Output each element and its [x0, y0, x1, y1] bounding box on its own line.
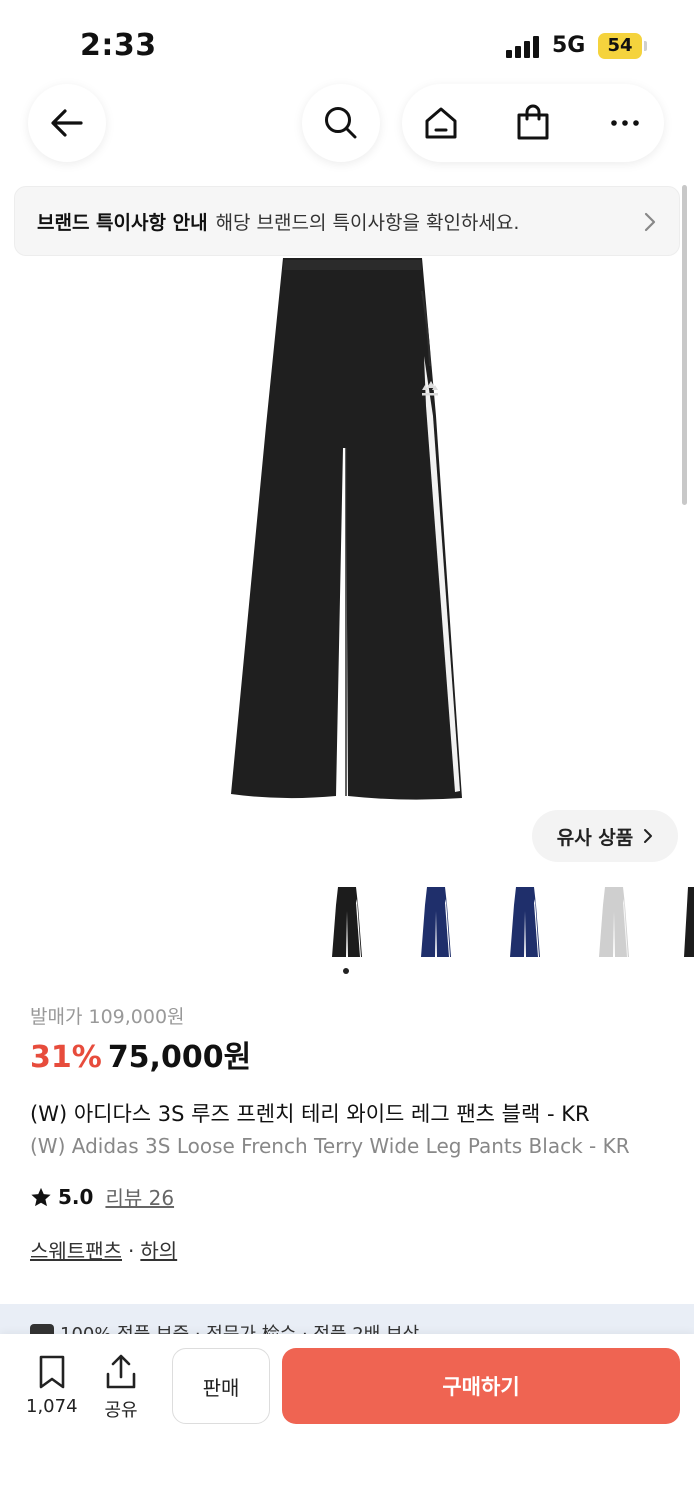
- sell-button[interactable]: 판매: [172, 1348, 270, 1424]
- thumbnail-image: [421, 887, 451, 957]
- status-bar: 2:33 5G 54: [0, 0, 694, 90]
- thumbnail-image: [510, 887, 540, 957]
- sale-price: 75,000원: [107, 1040, 252, 1075]
- home-button[interactable]: [421, 103, 461, 143]
- nav-action-group: [402, 84, 664, 162]
- notice-title: 브랜드 특이사항 안내: [37, 211, 208, 234]
- share-label: 공유: [104, 1400, 138, 1421]
- battery-icon: 54: [598, 33, 642, 59]
- category-breadcrumb: 스웨트팬츠 · 하의: [30, 1235, 177, 1264]
- discount-rate: 31%: [30, 1040, 102, 1075]
- notice-description: 해당 브랜드의 특이사항을 확인하세요.: [215, 211, 520, 234]
- more-horizontal-icon: [611, 120, 639, 126]
- product-image: [231, 258, 462, 800]
- chevron-right-icon: [644, 829, 653, 843]
- category-link-sweatpants[interactable]: 스웨트팬츠: [30, 1239, 122, 1263]
- bag-button[interactable]: [513, 103, 553, 143]
- rating-row[interactable]: 5.0 리뷰 26: [30, 1182, 174, 1211]
- product-title-en: (W) Adidas 3S Loose French Terry Wide Le…: [30, 1134, 630, 1158]
- back-button[interactable]: [28, 84, 106, 162]
- price-row: 31% 75,000원: [30, 1032, 251, 1076]
- thumbnail-partial[interactable]: [668, 880, 694, 964]
- thumbnail-black[interactable]: [312, 880, 382, 964]
- search-icon: [325, 107, 357, 139]
- thumbnail-image: [332, 887, 362, 957]
- release-price: 발매가 109,000원: [30, 1006, 185, 1028]
- brand-notice-banner[interactable]: 브랜드 특이사항 안내 해당 브랜드의 특이사항을 확인하세요.: [14, 186, 680, 256]
- shopping-bag-icon: [517, 104, 549, 140]
- category-link-bottoms[interactable]: 하의: [140, 1239, 177, 1263]
- share-icon: [106, 1354, 136, 1389]
- network-label: 5G: [552, 33, 586, 58]
- bookmark-icon: [39, 1355, 65, 1389]
- review-link[interactable]: 리뷰 26: [105, 1182, 174, 1211]
- promo-text: 100% 정품 보증 · 전문가 检수 · 정품 2배 보상: [60, 1320, 419, 1334]
- buy-button[interactable]: 구매하기: [282, 1348, 680, 1424]
- thumbnail-active-dot: [343, 968, 349, 974]
- share-button[interactable]: 공유: [104, 1354, 138, 1422]
- wishlist-button[interactable]: 1,074: [26, 1354, 78, 1417]
- star-icon: [31, 1187, 51, 1206]
- thumbnail-strip: [310, 880, 694, 964]
- bottom-action-bar: 1,074 공유 판매 구매하기: [0, 1334, 694, 1500]
- similar-products-label: 유사 상품: [556, 826, 634, 849]
- rating-score: 5.0: [58, 1184, 94, 1209]
- search-button[interactable]: [302, 84, 380, 162]
- similar-products-button[interactable]: 유사 상품: [532, 810, 678, 862]
- chevron-right-icon: [644, 212, 656, 232]
- thumbnail-navy-1[interactable]: [401, 880, 471, 964]
- scroll-indicator: [682, 185, 687, 505]
- status-time: 2:33: [80, 28, 157, 63]
- category-separator: ·: [128, 1239, 135, 1263]
- arrow-left-icon: [51, 109, 83, 137]
- signal-icon: [506, 36, 542, 58]
- thumbnail-grey[interactable]: [579, 880, 649, 964]
- thumbnail-image: [684, 887, 694, 957]
- wishlist-count: 1,074: [26, 1396, 78, 1417]
- more-button[interactable]: [605, 103, 645, 143]
- thumbnail-image: [599, 887, 629, 957]
- thumbnail-navy-2[interactable]: [490, 880, 560, 964]
- home-icon: [425, 107, 457, 139]
- authenticity-promo-strip[interactable]: 100% 정품 보증 · 전문가 检수 · 정품 2배 보상: [0, 1304, 694, 1334]
- product-title-ko: (W) 아디다스 3S 루즈 프렌치 테리 와이드 레그 팬츠 블랙 - KR: [30, 1102, 590, 1126]
- battery-nub: [644, 41, 647, 51]
- shield-icon: [30, 1324, 54, 1334]
